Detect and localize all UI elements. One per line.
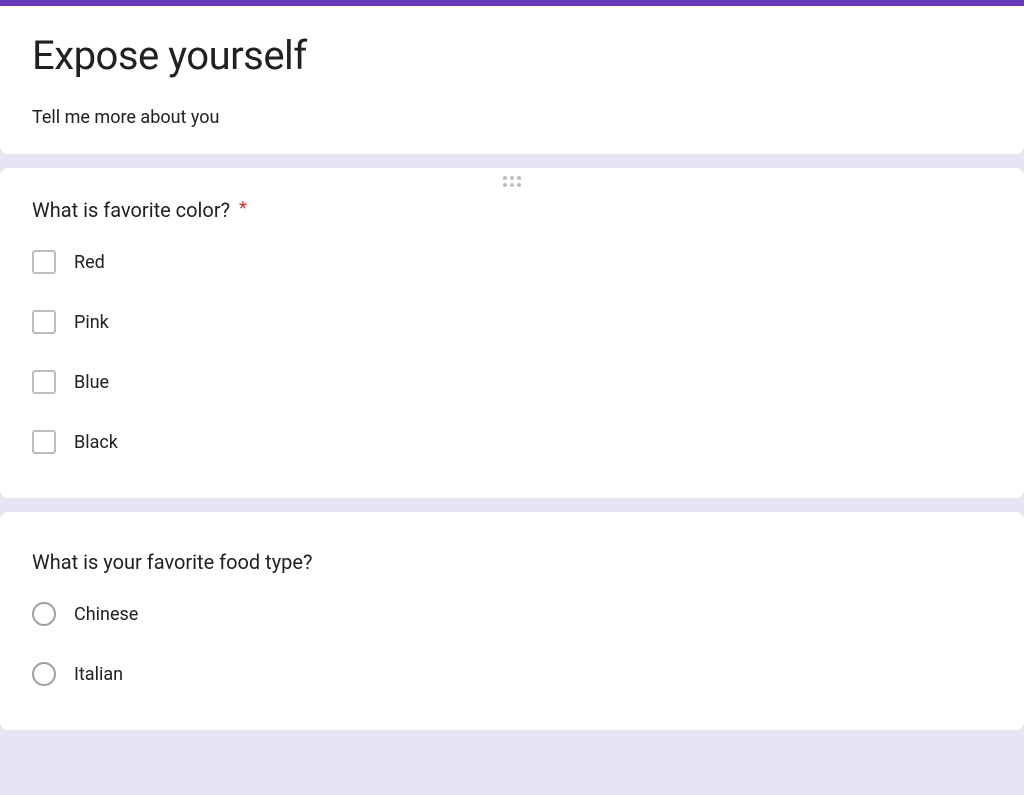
question-card-1: What is favorite color? * Red Pink Blue … — [0, 168, 1024, 498]
radio-input[interactable] — [32, 602, 56, 626]
option-row[interactable]: Red — [32, 250, 996, 274]
option-label: Italian — [74, 664, 123, 685]
option-label: Red — [74, 252, 105, 273]
option-label: Chinese — [74, 604, 138, 625]
option-label: Pink — [74, 312, 109, 333]
option-row[interactable]: Italian — [32, 662, 996, 686]
option-label: Blue — [74, 372, 109, 393]
form-container: Expose yourself Tell me more about you W… — [0, 0, 1024, 730]
checkbox-input[interactable] — [32, 250, 56, 274]
option-row[interactable]: Pink — [32, 310, 996, 334]
form-title: Expose yourself — [32, 32, 996, 79]
checkbox-input[interactable] — [32, 430, 56, 454]
option-label: Black — [74, 432, 118, 453]
required-star-icon: * — [239, 198, 247, 219]
options-list: Red Pink Blue Black — [32, 250, 996, 470]
drag-handle-icon[interactable] — [503, 176, 521, 187]
question-title: What is your favorite food type? — [32, 550, 996, 574]
options-list: Chinese Italian — [32, 602, 996, 702]
form-description: Tell me more about you — [32, 107, 996, 128]
option-row[interactable]: Blue — [32, 370, 996, 394]
checkbox-input[interactable] — [32, 310, 56, 334]
option-row[interactable]: Black — [32, 430, 996, 454]
form-header-card: Expose yourself Tell me more about you — [0, 0, 1024, 154]
checkbox-input[interactable] — [32, 370, 56, 394]
question-title: What is favorite color? * — [32, 198, 996, 222]
radio-input[interactable] — [32, 662, 56, 686]
option-row[interactable]: Chinese — [32, 602, 996, 626]
question-title-text: What is your favorite food type? — [32, 550, 312, 574]
question-card-2: What is your favorite food type? Chinese… — [0, 512, 1024, 730]
question-title-text: What is favorite color? — [32, 198, 230, 222]
